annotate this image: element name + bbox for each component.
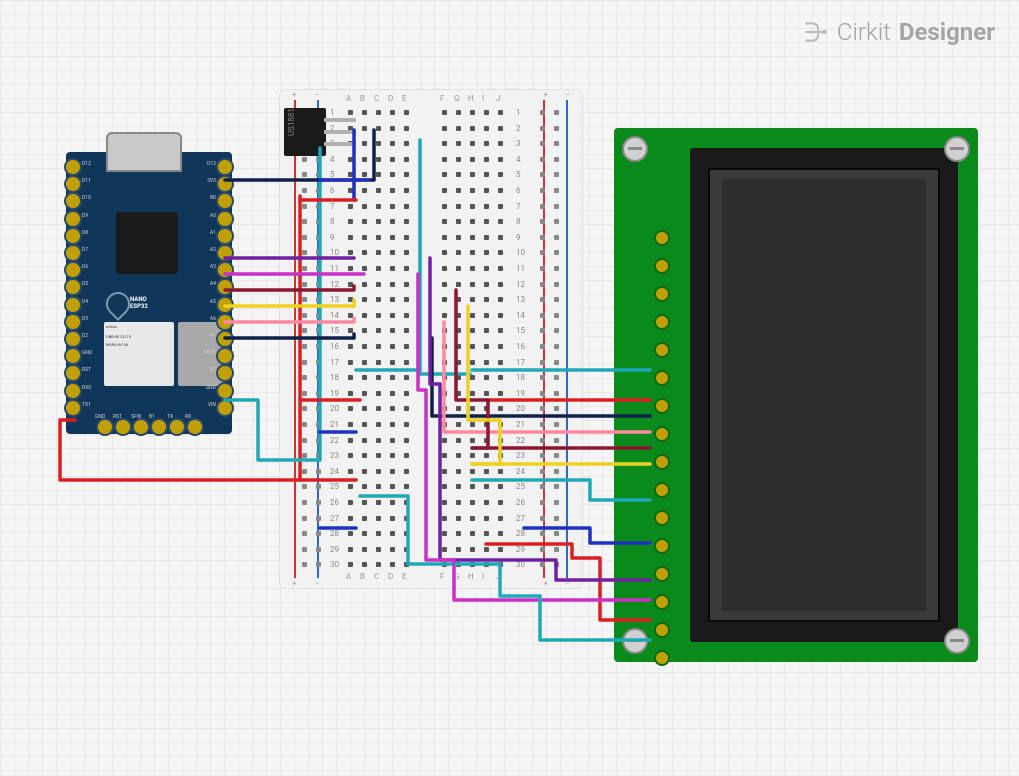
- lcd-pin-D1[interactable]: [654, 426, 670, 442]
- canvas[interactable]: Cirkit Designer + − + − + − + − ABCDEFGH…: [0, 0, 1019, 776]
- pin-B1-b[interactable]: [150, 418, 168, 436]
- pin-GND[interactable]: [64, 347, 82, 365]
- pin-A7[interactable]: [216, 330, 234, 348]
- logo-brand: Cirkit: [837, 18, 891, 46]
- hall-part-number: US1881: [287, 108, 296, 136]
- lcd-pin-A[interactable]: [654, 622, 670, 638]
- ublox-module: u-blox DBB-00 22/15 NORA-W106: [104, 322, 174, 386]
- main-chip: [116, 212, 178, 274]
- lcd-pin-D2[interactable]: [654, 454, 670, 470]
- pin-A6[interactable]: [216, 313, 234, 331]
- pin-D10[interactable]: [64, 192, 82, 210]
- lcd-pin-D7[interactable]: [654, 594, 670, 610]
- usb-c-port: [106, 132, 182, 172]
- pin-D8[interactable]: [64, 227, 82, 245]
- lcd-pin-D3[interactable]: [654, 482, 670, 498]
- pin-D6[interactable]: [64, 261, 82, 279]
- lcd-pin-D5[interactable]: [654, 538, 670, 554]
- board-model: NANOESP32: [130, 296, 148, 310]
- pin-VIN[interactable]: [216, 399, 234, 417]
- lcd-pin-D4[interactable]: [654, 510, 670, 526]
- pin-RX-b[interactable]: [186, 418, 204, 436]
- pin-RST[interactable]: [64, 364, 82, 382]
- app-logo: Cirkit Designer: [803, 18, 995, 46]
- pin-A1[interactable]: [216, 227, 234, 245]
- pin-GND-b[interactable]: [96, 418, 114, 436]
- lcd-pin-VSS[interactable]: [654, 230, 670, 246]
- pin-3V3[interactable]: [216, 175, 234, 193]
- pin-A3[interactable]: [216, 261, 234, 279]
- lcd-pin-D0[interactable]: [654, 398, 670, 414]
- pin-RST-b[interactable]: [114, 418, 132, 436]
- pin-RX0[interactable]: [64, 382, 82, 400]
- breadboard[interactable]: + − + − + − + − ABCDEFGHIJ ABCDEFGHIJ 11…: [280, 90, 582, 588]
- pin-D11[interactable]: [64, 175, 82, 193]
- pin-GND[interactable]: [216, 382, 234, 400]
- pin-A5[interactable]: [216, 296, 234, 314]
- pin-D5[interactable]: [64, 278, 82, 296]
- pin-D4[interactable]: [64, 296, 82, 314]
- pin-A4[interactable]: [216, 278, 234, 296]
- lcd-16x2[interactable]: [614, 128, 978, 662]
- pin-A2[interactable]: [216, 244, 234, 262]
- pin-D13[interactable]: [216, 158, 234, 176]
- pin-A0[interactable]: [216, 210, 234, 228]
- arduino-nano-esp32[interactable]: NANOESP32 u-blox DBB-00 22/15 NORA-W106 …: [66, 152, 232, 434]
- hall-sensor[interactable]: US1881: [284, 108, 332, 158]
- lcd-screen: [708, 168, 940, 622]
- pin-D2[interactable]: [64, 330, 82, 348]
- pin-TX-b[interactable]: [168, 418, 186, 436]
- lcd-pin-E[interactable]: [654, 370, 670, 386]
- pin-B1[interactable]: [216, 364, 234, 382]
- pin-D7[interactable]: [64, 244, 82, 262]
- lcd-pin-RS[interactable]: [654, 314, 670, 330]
- pin-D12[interactable]: [64, 158, 82, 176]
- pin-TX1[interactable]: [64, 399, 82, 417]
- lcd-bezel: [690, 148, 958, 642]
- lcd-pin-D6[interactable]: [654, 566, 670, 582]
- lcd-pin-K[interactable]: [654, 650, 670, 666]
- pin-B0[interactable]: [216, 192, 234, 210]
- pin-SFW-b[interactable]: [132, 418, 150, 436]
- logo-product: Designer: [899, 18, 995, 46]
- lcd-pin-RW[interactable]: [654, 342, 670, 358]
- lcd-pin-VDD[interactable]: [654, 258, 670, 274]
- pin-D3[interactable]: [64, 313, 82, 331]
- pin-D9[interactable]: [64, 210, 82, 228]
- logo-icon: [803, 19, 829, 45]
- pin-VBUS[interactable]: [216, 347, 234, 365]
- lcd-pin-V0[interactable]: [654, 286, 670, 302]
